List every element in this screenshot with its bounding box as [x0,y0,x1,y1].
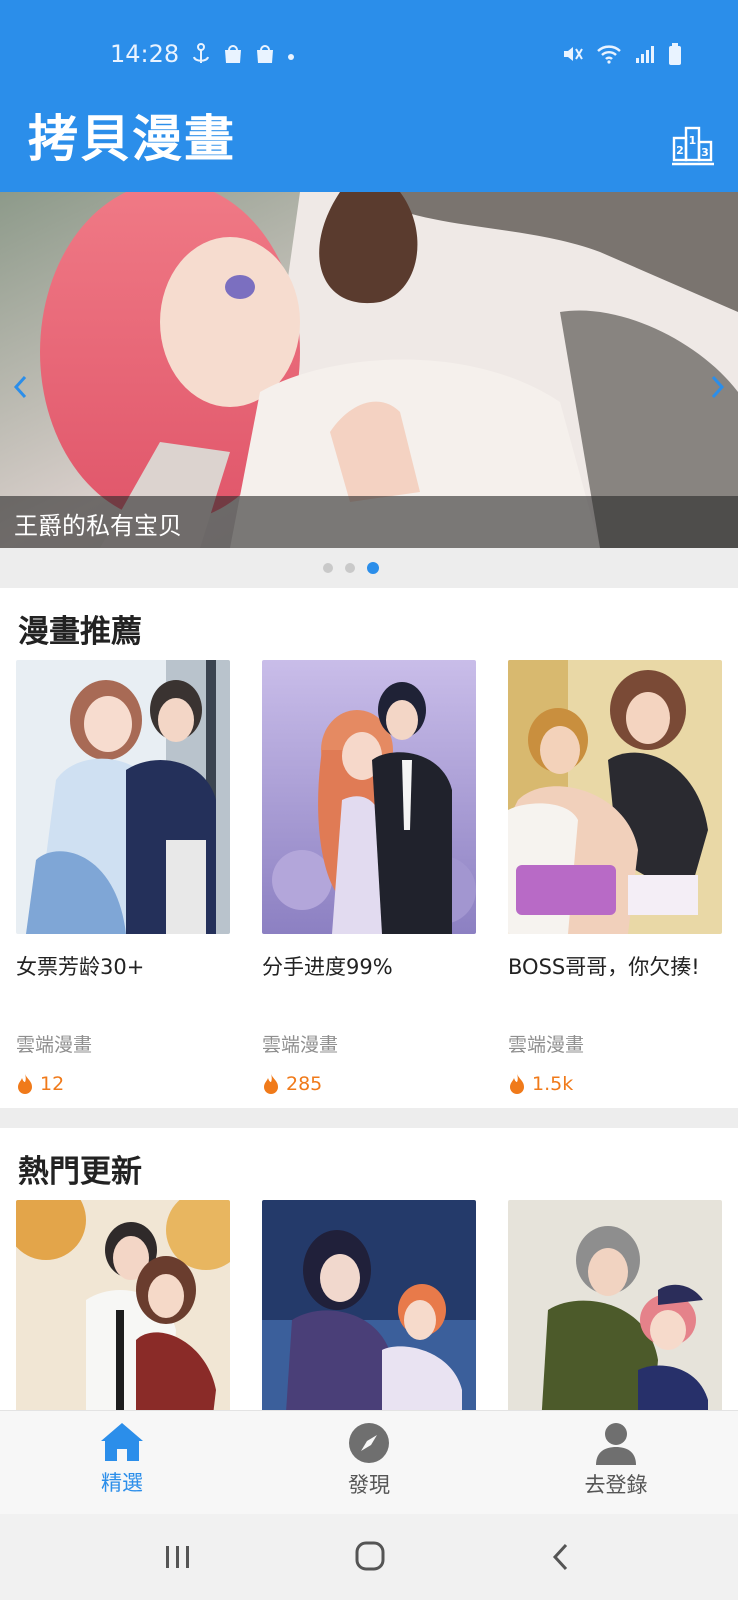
home-icon [101,1423,143,1461]
ranking-button[interactable]: 2 1 3 [672,122,714,166]
comic-card[interactable]: 分手进度99% 雲端漫畫 285 [262,660,476,1095]
svg-text:2: 2 [676,144,684,157]
tab-login[interactable]: 去登錄 [546,1421,686,1499]
ranking-podium-icon: 2 1 3 [672,126,714,166]
battery-icon [668,42,682,70]
flame-icon [510,1074,524,1094]
comic-card[interactable]: 女票芳龄30+ 雲端漫畫 12 [16,660,230,1095]
hot-value: 1.5k [532,1073,574,1095]
section-title: 熱門更新 [18,1154,142,1190]
tab-label: 精選 [101,1471,143,1495]
status-system-icons [562,42,682,70]
comic-hot-count: 285 [262,1073,476,1095]
recent-apps-icon [166,1546,189,1568]
comic-cover [508,660,722,934]
mute-icon [562,43,584,69]
carousel-dot-active[interactable] [367,562,379,574]
comic-hot-count: 1.5k [508,1073,722,1095]
tab-featured[interactable]: 精選 [52,1421,192,1497]
comic-source: 雲端漫畫 [262,1034,339,1056]
recommend-section: 漫畫推薦 女票芳龄30+ 雲端漫畫 12 分手进度99% 雲端漫畫 285 BO… [0,588,738,1108]
back-button[interactable] [542,1540,582,1574]
svg-text:3: 3 [701,146,709,159]
banner-caption-bar: 王爵的私有宝贝 [0,496,738,548]
signal-icon [634,43,656,69]
comic-title: BOSS哥哥，你欠揍! [508,955,700,979]
carousel-indicator [0,548,738,588]
chevron-left-icon [13,375,27,399]
home-circle-icon [355,1541,385,1571]
bottom-tab-bar: 精選 發現 去登錄 [0,1410,738,1514]
shopping-bag-icon [254,43,276,69]
compass-icon [349,1423,389,1463]
comic-title: 分手进度99% [262,955,393,979]
banner-caption: 王爵的私有宝贝 [14,512,182,540]
comic-cover [262,660,476,934]
hot-value: 285 [286,1073,323,1095]
user-icon [596,1423,636,1465]
comic-title: 女票芳龄30+ [16,955,145,979]
home-button[interactable] [350,1540,390,1574]
comic-hot-count: 12 [16,1073,230,1095]
system-nav-bar [0,1514,738,1600]
recent-apps-button[interactable] [158,1540,198,1574]
app-screen: 14:28 拷貝漫畫 2 1 3 王爵的私有宝贝 漫畫推薦 女票芳龄30+ 雲端… [0,0,738,1600]
tab-label: 去登錄 [584,1473,648,1497]
carousel-dot[interactable] [345,563,355,573]
banner-carousel[interactable]: 王爵的私有宝贝 [0,192,738,548]
flame-icon [264,1074,278,1094]
carousel-dot[interactable] [323,563,333,573]
banner-next-button[interactable] [708,372,728,402]
comic-source: 雲端漫畫 [16,1034,93,1056]
hot-value: 12 [40,1073,65,1095]
section-title: 漫畫推薦 [18,614,142,650]
status-time: 14:28 [110,40,180,68]
svg-text:1: 1 [689,134,697,147]
flame-icon [18,1074,32,1094]
comic-source: 雲端漫畫 [508,1034,585,1056]
anchor-icon [190,42,212,70]
comic-card[interactable]: BOSS哥哥，你欠揍! 雲端漫畫 1.5k [508,660,722,1095]
hot-updates-section: 熱門更新 [0,1128,738,1474]
top-bar: 14:28 拷貝漫畫 2 1 3 [0,0,738,192]
banner-prev-button[interactable] [10,372,30,402]
back-chevron-icon [552,1543,568,1571]
comic-cover [16,660,230,934]
banner-illustration [0,192,738,548]
status-bar: 14:28 [0,0,738,112]
tab-discover[interactable]: 發現 [299,1421,439,1499]
wifi-icon [596,43,622,69]
chevron-right-icon [711,375,725,399]
more-notifications-dot-icon [286,47,296,66]
tab-label: 發現 [348,1473,390,1497]
shopping-bag-icon [222,43,244,69]
status-notification-icons [190,42,296,70]
app-title: 拷貝漫畫 [28,110,236,168]
